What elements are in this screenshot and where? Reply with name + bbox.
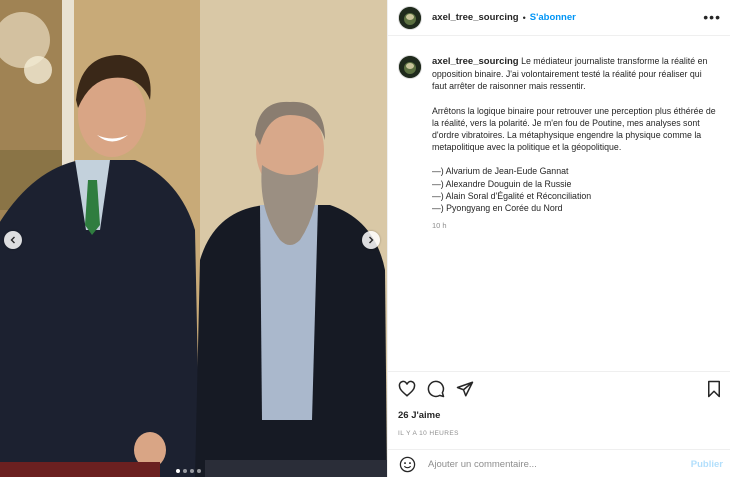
carousel-dot xyxy=(190,469,194,473)
list-item: —) Alvarium de Jean-Eude Gannat xyxy=(432,166,569,177)
post-details-panel: axel_tree_sourcing • S'abonner ••• axel_… xyxy=(387,0,730,477)
chevron-left-icon xyxy=(10,236,15,244)
list-item: —) Alexandre Douguin de la Russie xyxy=(432,178,572,189)
publish-button[interactable]: Publier xyxy=(691,459,723,470)
avatar[interactable] xyxy=(399,6,421,29)
avatar[interactable] xyxy=(399,56,421,78)
comment-box: Publier xyxy=(388,449,730,479)
post-date[interactable]: IL Y A 10 HEURES xyxy=(398,430,459,437)
username-link[interactable]: axel_tree_sourcing xyxy=(432,12,519,23)
action-icons xyxy=(398,380,474,398)
more-options-button[interactable]: ••• xyxy=(703,9,721,25)
list-item: —) Pyongyang en Corée du Nord xyxy=(432,203,563,214)
follow-button[interactable]: S'abonner xyxy=(530,12,576,23)
caption-text: axel_tree_sourcing Le médiateur journali… xyxy=(432,55,717,232)
carousel-dot xyxy=(183,469,187,473)
comment-input[interactable] xyxy=(426,458,680,471)
carousel-next-button[interactable] xyxy=(362,231,380,249)
heart-icon[interactable] xyxy=(398,380,416,398)
share-icon[interactable] xyxy=(456,380,474,398)
post-header: axel_tree_sourcing • S'abonner ••• xyxy=(388,0,730,36)
comment-icon[interactable] xyxy=(427,380,445,398)
separator-dot: • xyxy=(522,12,526,23)
chevron-right-icon xyxy=(369,236,374,244)
actions-section: 26 J'aime IL Y A 10 HEURES Publier xyxy=(388,371,730,478)
bookmark-icon[interactable] xyxy=(706,380,722,398)
avatar-image xyxy=(399,56,421,78)
caption-paragraph-2: Arrêtons la logique binaire pour retrouv… xyxy=(432,105,716,153)
carousel-prev-button[interactable] xyxy=(4,231,22,249)
caption: axel_tree_sourcing Le médiateur journali… xyxy=(399,55,721,232)
likes-count[interactable]: 26 J'aime xyxy=(398,410,440,421)
post-photo[interactable] xyxy=(0,0,387,477)
caption-username-link[interactable]: axel_tree_sourcing xyxy=(432,56,519,67)
instagram-post: axel_tree_sourcing • S'abonner ••• axel_… xyxy=(0,0,730,477)
list-item: —) Alain Soral d'Égalité et Réconciliati… xyxy=(432,190,592,201)
photo-scene xyxy=(0,0,387,477)
caption-timestamp[interactable]: 10 h xyxy=(432,220,717,232)
carousel-dot xyxy=(197,469,201,473)
avatar-image xyxy=(399,6,421,29)
caption-list: —) Alvarium de Jean-Eude Gannat —) Alexa… xyxy=(432,165,717,214)
emoji-icon[interactable] xyxy=(399,456,416,473)
carousel-indicator xyxy=(176,469,201,473)
carousel-dot xyxy=(176,469,180,473)
